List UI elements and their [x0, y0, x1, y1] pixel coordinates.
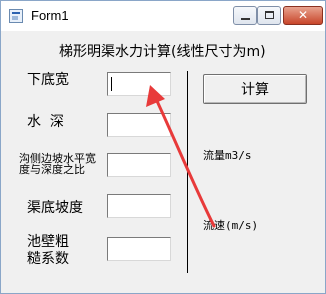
bottom-width-label: 下底宽 — [27, 72, 69, 88]
text-caret — [111, 77, 112, 91]
form-client-area: 梯形明渠水力计算(线性尺寸为m) 下底宽 水 深 沟侧边坡水平宽度与深度之比 渠… — [1, 31, 325, 293]
window-title: Form1 — [31, 8, 69, 23]
roughness-label: 池壁粗糙系数 — [27, 234, 69, 267]
bed-slope-input[interactable] — [107, 194, 171, 218]
minimize-button[interactable] — [233, 6, 257, 25]
calculate-button[interactable]: 计算 — [203, 74, 307, 104]
slope-ratio-label: 沟侧边坡水平宽度与深度之比 — [19, 152, 96, 176]
maximize-button[interactable] — [257, 6, 281, 25]
close-button[interactable]: ✕ — [283, 6, 323, 25]
form1-window: Form1 ✕ 梯形明渠水力计算(线性尺寸为m) 下底宽 水 深 沟侧边坡水平宽… — [0, 0, 326, 294]
flow-rate-label: 流量m3/s — [203, 149, 252, 162]
title-bar[interactable]: Form1 ✕ — [1, 1, 325, 31]
slope-ratio-input[interactable] — [107, 153, 171, 177]
velocity-label: 流速(m/s) — [203, 219, 259, 232]
bottom-width-input[interactable] — [107, 72, 171, 96]
water-depth-input[interactable] — [107, 113, 171, 137]
roughness-input[interactable] — [107, 237, 171, 261]
minimize-icon — [241, 18, 250, 20]
form-heading: 梯形明渠水力计算(线性尺寸为m) — [59, 44, 266, 60]
water-depth-label: 水 深 — [27, 114, 64, 130]
maximize-icon — [265, 11, 274, 19]
close-icon: ✕ — [297, 8, 309, 22]
app-icon — [9, 9, 23, 23]
vertical-divider — [187, 71, 188, 273]
bed-slope-label: 渠底坡度 — [27, 200, 83, 216]
